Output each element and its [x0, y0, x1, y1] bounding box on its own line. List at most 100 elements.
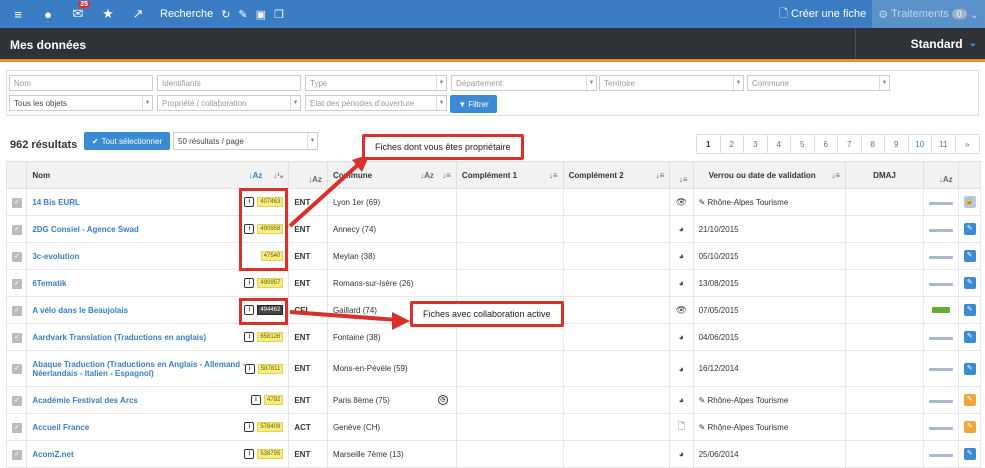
create-record-button[interactable]: 🗋 Créer une fiche [773, 5, 872, 24]
info-icon[interactable]: i [250, 395, 261, 405]
sort-asc-icon[interactable]: ↓Az [249, 171, 263, 180]
info-icon[interactable]: i [244, 278, 255, 288]
page-link[interactable]: 3 [744, 135, 768, 153]
sort-lines-icon[interactable]: ↓≡ [656, 171, 665, 180]
save-icon[interactable]: ▣ [256, 8, 266, 21]
record-name-cell[interactable]: AcomZ.net i 538795 [26, 440, 290, 468]
edit-button[interactable]: ✎ [963, 277, 976, 289]
department-filter[interactable]: Département ▼ [451, 75, 597, 91]
record-name-link[interactable]: Aardvark Translation (Traductions en ang… [32, 333, 206, 342]
row-checkbox[interactable]: ✓ [5, 269, 28, 297]
commune-filter[interactable]: Commune ▼ [747, 75, 890, 91]
sort-lines-icon[interactable]: ↓≡ [442, 171, 451, 180]
edit-button[interactable]: ✎ [963, 331, 976, 343]
header-dmaj[interactable]: DMAJ [844, 161, 925, 189]
star-icon[interactable]: ★ [96, 0, 120, 28]
chat-icon[interactable]: ✉ 25 [66, 0, 90, 28]
record-name-link[interactable]: 6Tematik [32, 279, 66, 288]
refresh-icon[interactable]: ↻ [221, 8, 230, 21]
record-name-cell[interactable]: Accueil France i 578409 [26, 413, 290, 441]
edit-button[interactable]: ✎ [963, 362, 976, 375]
record-name-cell[interactable]: 6Tematik i 490957 [26, 269, 290, 297]
row-checkbox[interactable]: ✓ [5, 323, 28, 351]
row-checkbox[interactable]: ✓ [5, 215, 28, 243]
page-link[interactable]: 11 [932, 135, 956, 153]
name-filter[interactable]: Nom [9, 75, 153, 91]
row-checkbox[interactable]: ✓ [5, 440, 28, 468]
table-row[interactable]: ✓ 3c-evolution 47540 ENT Meylan (38) ◕ 05/10/2… [5, 242, 982, 270]
page-link[interactable]: 9 [885, 135, 909, 153]
sort-icon[interactable]: ↓Az [420, 171, 434, 180]
record-name-link[interactable]: Académie Festival des Arcs [32, 396, 138, 405]
opening-periods-select[interactable]: Etat des périodes d'ouverture ▼ [305, 95, 447, 111]
edit-button[interactable]: ✎ [963, 250, 976, 262]
table-row[interactable]: ✓ Accueil France i 578409 ACT Genève (CH) 🗋 ✎ R… [5, 413, 982, 441]
page-link[interactable]: 1 [697, 135, 721, 153]
record-name-cell[interactable]: Académie Festival des Arcs i 4792 [26, 386, 290, 414]
sort-lines-icon[interactable]: ↓≡ [549, 171, 558, 180]
edit-button[interactable]: ✎ [963, 394, 976, 406]
info-icon[interactable]: i [244, 332, 255, 342]
page-link[interactable]: 5 [791, 135, 815, 153]
row-checkbox[interactable]: ✓ [5, 386, 28, 414]
record-name-link[interactable]: Accueil France [32, 423, 89, 432]
record-name-link[interactable]: 14 Bis EURL [32, 198, 80, 207]
lock-icon[interactable]: 🔒 [963, 196, 976, 208]
table-row[interactable]: ✓ AcomZ.net i 538795 ENT Marseille 7ème (13) ◕… [5, 440, 982, 468]
page-link[interactable]: 6 [815, 135, 838, 153]
object-type-select[interactable]: Tous les objets ▼ [9, 95, 153, 111]
table-row[interactable]: ✓ 14 Bis EURL i 407463 ENT Lyon 1er (69) 👁 ✎ Rh… [5, 188, 982, 216]
record-name-cell[interactable]: Aardvark Translation (Traductions en ang… [26, 323, 290, 351]
header-lock[interactable]: Verrou ou date de validation ↓≡ [692, 161, 846, 189]
row-checkbox[interactable]: ✓ [5, 296, 28, 324]
info-icon[interactable]: i [244, 363, 255, 374]
record-name-link[interactable]: 3c-evolution [32, 252, 79, 261]
edit-button[interactable]: ✎ [963, 448, 976, 460]
header-complement-2[interactable]: Complément 2 ↓≡ [562, 161, 671, 189]
record-name-link[interactable]: A vélo dans le Beaujolais [32, 306, 128, 315]
sort-icon[interactable]: ↓Az [939, 175, 953, 184]
info-icon[interactable]: i [244, 449, 255, 459]
sort-num-icon[interactable]: ↓¹₉ [273, 171, 283, 180]
record-name-link[interactable]: Abaque Traduction (Traductions en Anglai… [32, 360, 245, 378]
page-link[interactable]: 4 [768, 135, 791, 153]
id-filter[interactable]: Identifiants [157, 75, 301, 91]
pencil-icon[interactable]: ✎ [238, 8, 247, 21]
page-link[interactable]: » [956, 135, 980, 153]
filter-button[interactable]: ▼ Filtrer [450, 95, 497, 113]
row-checkbox[interactable]: ✓ [5, 242, 28, 270]
edit-button[interactable]: ✎ [963, 421, 976, 433]
per-page-select[interactable]: 50 résultats / page ▼ [173, 132, 318, 150]
search-link[interactable]: Recherche [160, 8, 213, 20]
clock-icon[interactable]: ◷ [437, 395, 448, 405]
row-checkbox[interactable]: ✓ [5, 188, 28, 216]
ownership-select[interactable]: Propriété / collaboration ▼ [157, 95, 301, 111]
header-owner[interactable]: ↓Az [923, 161, 959, 189]
table-row[interactable]: ✓ 2DG Consiel - Agence Swad i 490958 ENT Anne… [5, 215, 982, 243]
sort-lines-icon[interactable]: ↓≡ [831, 171, 840, 180]
table-row[interactable]: ✓ 6Tematik i 490957 ENT Romans-sur-Isère (26)… [5, 269, 982, 297]
record-name-link[interactable]: AcomZ.net [32, 450, 73, 459]
page-link[interactable]: 2 [721, 135, 744, 153]
header-status[interactable]: ↓≡ [669, 161, 694, 189]
type-filter[interactable]: Type ▼ [305, 75, 447, 91]
header-name[interactable]: Nom ↓Az ↓¹₉ [26, 161, 290, 189]
select-all-button[interactable]: ✔ Tout sélectionner [84, 132, 170, 150]
row-checkbox[interactable]: ✓ [5, 350, 28, 387]
menu-icon[interactable]: ≡ [6, 0, 30, 28]
header-type[interactable]: ↓Az [288, 161, 328, 189]
info-icon[interactable]: i [244, 422, 255, 432]
page-link[interactable]: 10 [909, 135, 932, 153]
edit-button[interactable]: ✎ [963, 223, 976, 235]
header-commune[interactable]: Commune ↓Az ↓≡ [326, 161, 457, 189]
record-name-link[interactable]: 2DG Consiel - Agence Swad [32, 225, 138, 234]
share-icon[interactable]: ↗ [126, 0, 150, 28]
page-link[interactable]: 7 [838, 135, 862, 153]
copy-icon[interactable]: ❐ [274, 8, 284, 21]
table-row[interactable]: ✓ Abaque Traduction (Traductions en Angla… [5, 350, 982, 387]
edit-button[interactable]: ✎ [963, 304, 976, 316]
record-name-cell[interactable]: Abaque Traduction (Traductions en Anglai… [26, 350, 290, 387]
header-complement-1[interactable]: Complément 1 ↓≡ [455, 161, 564, 189]
sort-lines-icon[interactable]: ↓≡ [679, 175, 688, 184]
row-checkbox[interactable]: ✓ [5, 413, 28, 441]
